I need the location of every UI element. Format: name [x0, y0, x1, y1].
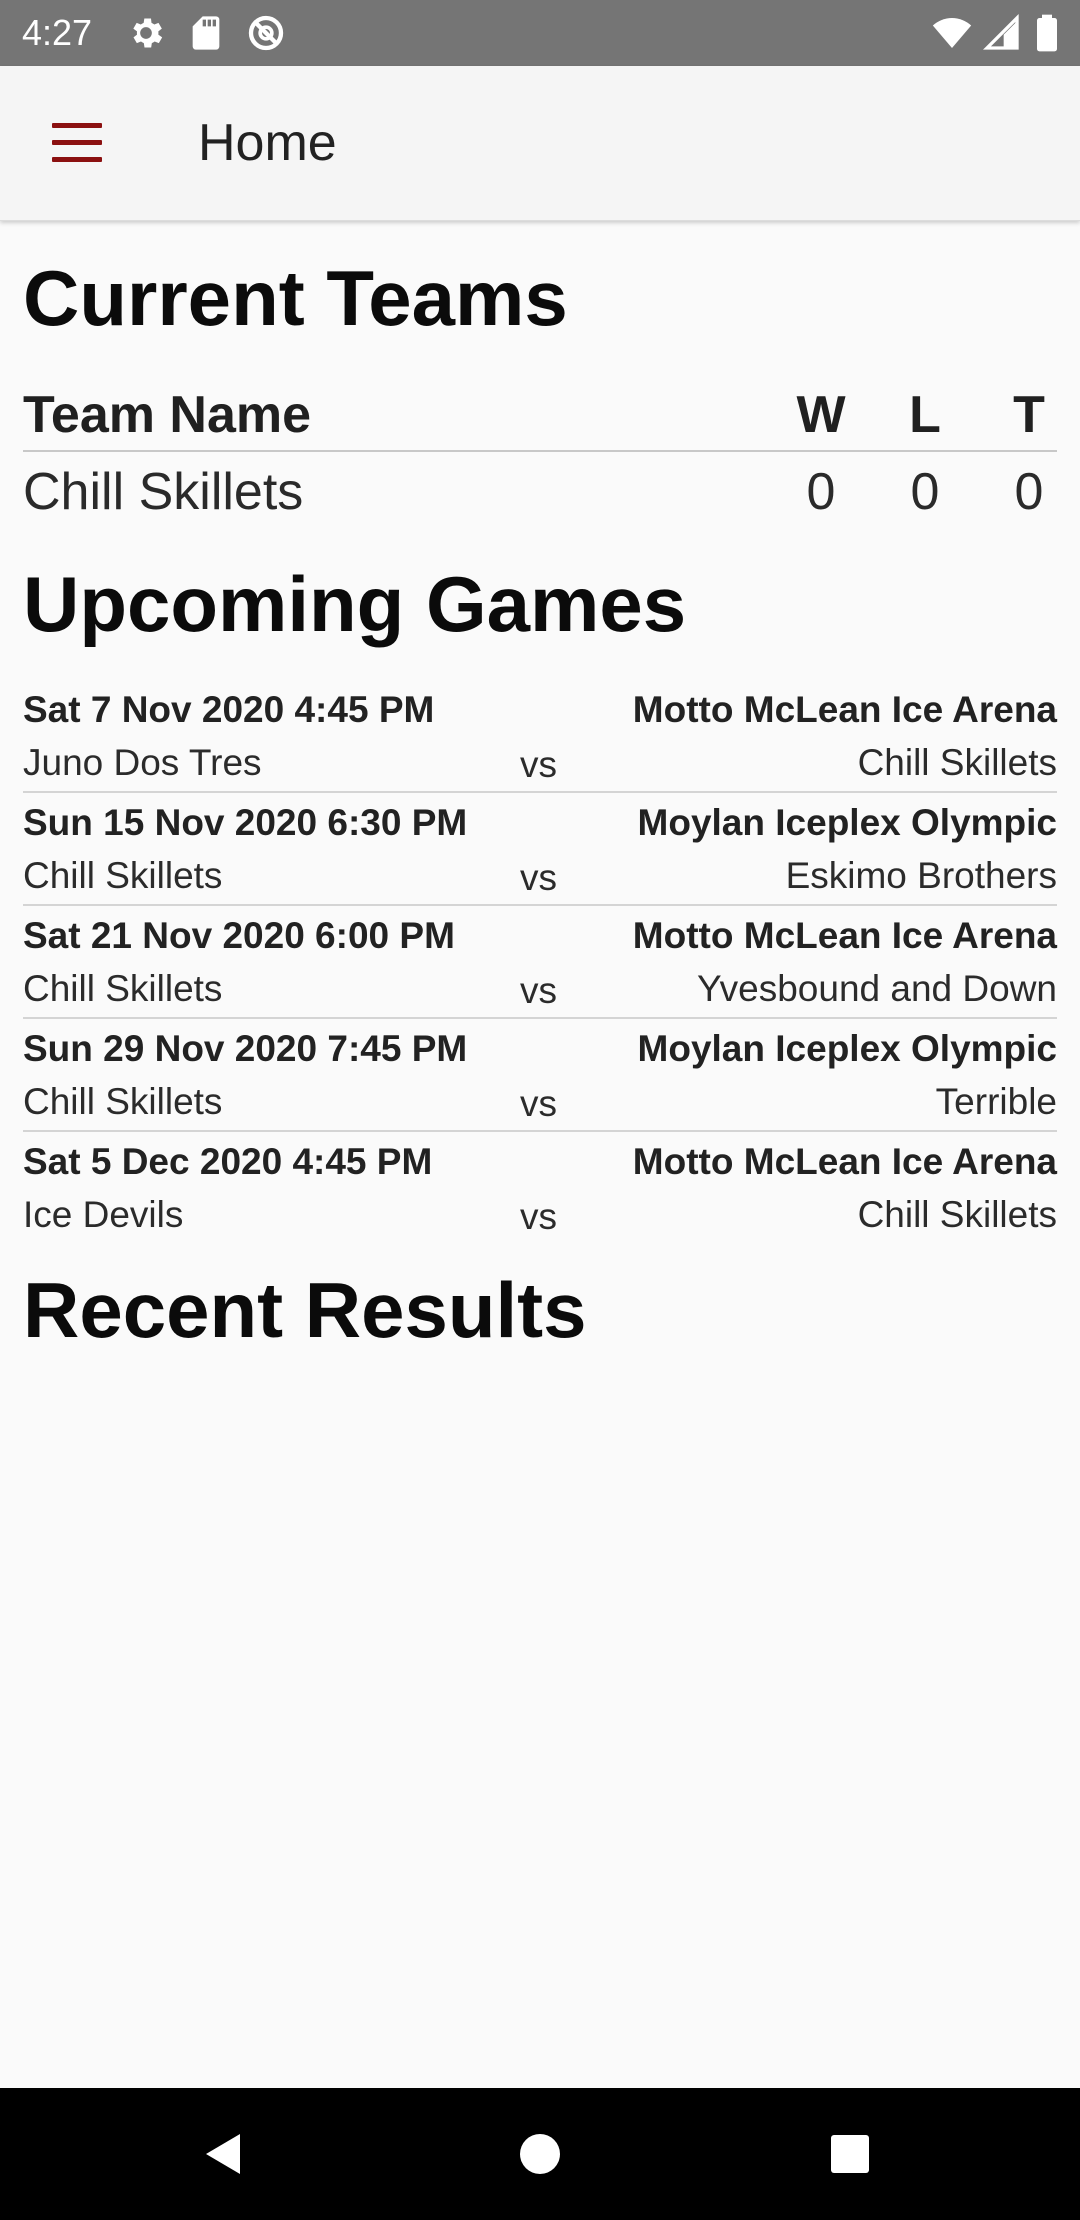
page-title: Home — [198, 114, 337, 172]
team-row[interactable]: Chill Skillets 0 0 0 — [23, 452, 1057, 521]
vs-label: vs — [520, 1196, 557, 1237]
back-icon[interactable] — [192, 2122, 256, 2186]
system-nav-bar — [0, 2088, 1080, 2220]
sd-card-icon — [192, 16, 220, 50]
standings-table: Team Name W L T Chill Skillets 0 0 0 — [23, 380, 1057, 521]
recents-icon[interactable] — [818, 2122, 882, 2186]
col-wins: W — [796, 386, 846, 444]
team-losses: 0 — [910, 463, 940, 521]
home-icon[interactable] — [508, 2122, 572, 2186]
home-team: Ice Devils — [23, 1194, 184, 1235]
status-time: 4:27 — [22, 12, 93, 53]
game-venue: Motto McLean Ice Arena — [632, 1141, 1057, 1182]
home-team: Chill Skillets — [23, 855, 223, 896]
home-team: Chill Skillets — [23, 968, 223, 1009]
game-venue: Moylan Iceplex Olympic — [637, 802, 1057, 843]
game-date: Sat 7 Nov 2020 4:45 PM — [23, 689, 435, 730]
team-name: Chill Skillets — [23, 463, 304, 521]
signal-icon — [982, 13, 1019, 50]
away-team: Yvesbound and Down — [697, 968, 1057, 1009]
game-venue: Motto McLean Ice Arena — [632, 915, 1057, 956]
col-team-name: Team Name — [23, 386, 312, 444]
game-item[interactable]: Sun 15 Nov 2020 6:30 PM Moylan Iceplex O… — [23, 793, 1057, 906]
game-item[interactable]: Sat 7 Nov 2020 4:45 PM Motto McLean Ice … — [23, 680, 1057, 793]
col-losses: L — [909, 386, 941, 444]
game-date: Sun 15 Nov 2020 6:30 PM — [23, 802, 468, 843]
vs-label: vs — [520, 744, 557, 785]
game-venue: Moylan Iceplex Olympic — [637, 1028, 1057, 1069]
data-saver-icon — [248, 15, 284, 51]
game-venue: Motto McLean Ice Arena — [632, 689, 1057, 730]
status-bar: 4:27 — [0, 0, 1080, 66]
col-ties: T — [1013, 386, 1045, 444]
home-team: Juno Dos Tres — [23, 742, 262, 783]
upcoming-games-heading: Upcoming Games — [23, 560, 687, 648]
team-wins: 0 — [806, 463, 836, 521]
game-item[interactable]: Sat 21 Nov 2020 6:00 PM Motto McLean Ice… — [23, 906, 1057, 1019]
app-bar: Home — [0, 66, 1080, 221]
gear-icon — [133, 18, 163, 48]
standings-header: Team Name W L T — [23, 380, 1057, 452]
recent-results-heading: Recent Results — [23, 1266, 587, 1354]
wifi-icon — [932, 18, 972, 48]
game-date: Sun 29 Nov 2020 7:45 PM — [23, 1028, 468, 1069]
away-team: Chill Skillets — [857, 742, 1057, 783]
vs-label: vs — [520, 1083, 557, 1124]
game-date: Sat 21 Nov 2020 6:00 PM — [23, 915, 455, 956]
vs-label: vs — [520, 857, 557, 898]
upcoming-games-list: Sat 7 Nov 2020 4:45 PM Motto McLean Ice … — [23, 680, 1057, 1243]
away-team: Chill Skillets — [857, 1194, 1057, 1235]
game-item[interactable]: Sun 29 Nov 2020 7:45 PM Moylan Iceplex O… — [23, 1019, 1057, 1132]
hamburger-menu-icon[interactable] — [40, 111, 114, 175]
battery-icon — [1037, 14, 1057, 52]
vs-label: vs — [520, 970, 557, 1011]
current-teams-heading: Current Teams — [23, 254, 568, 342]
game-date: Sat 5 Dec 2020 4:45 PM — [23, 1141, 433, 1182]
team-ties: 0 — [1014, 463, 1044, 521]
home-team: Chill Skillets — [23, 1081, 223, 1122]
away-team: Terrible — [935, 1081, 1057, 1122]
game-item[interactable]: Sat 5 Dec 2020 4:45 PM Motto McLean Ice … — [23, 1132, 1057, 1243]
away-team: Eskimo Brothers — [785, 855, 1057, 896]
